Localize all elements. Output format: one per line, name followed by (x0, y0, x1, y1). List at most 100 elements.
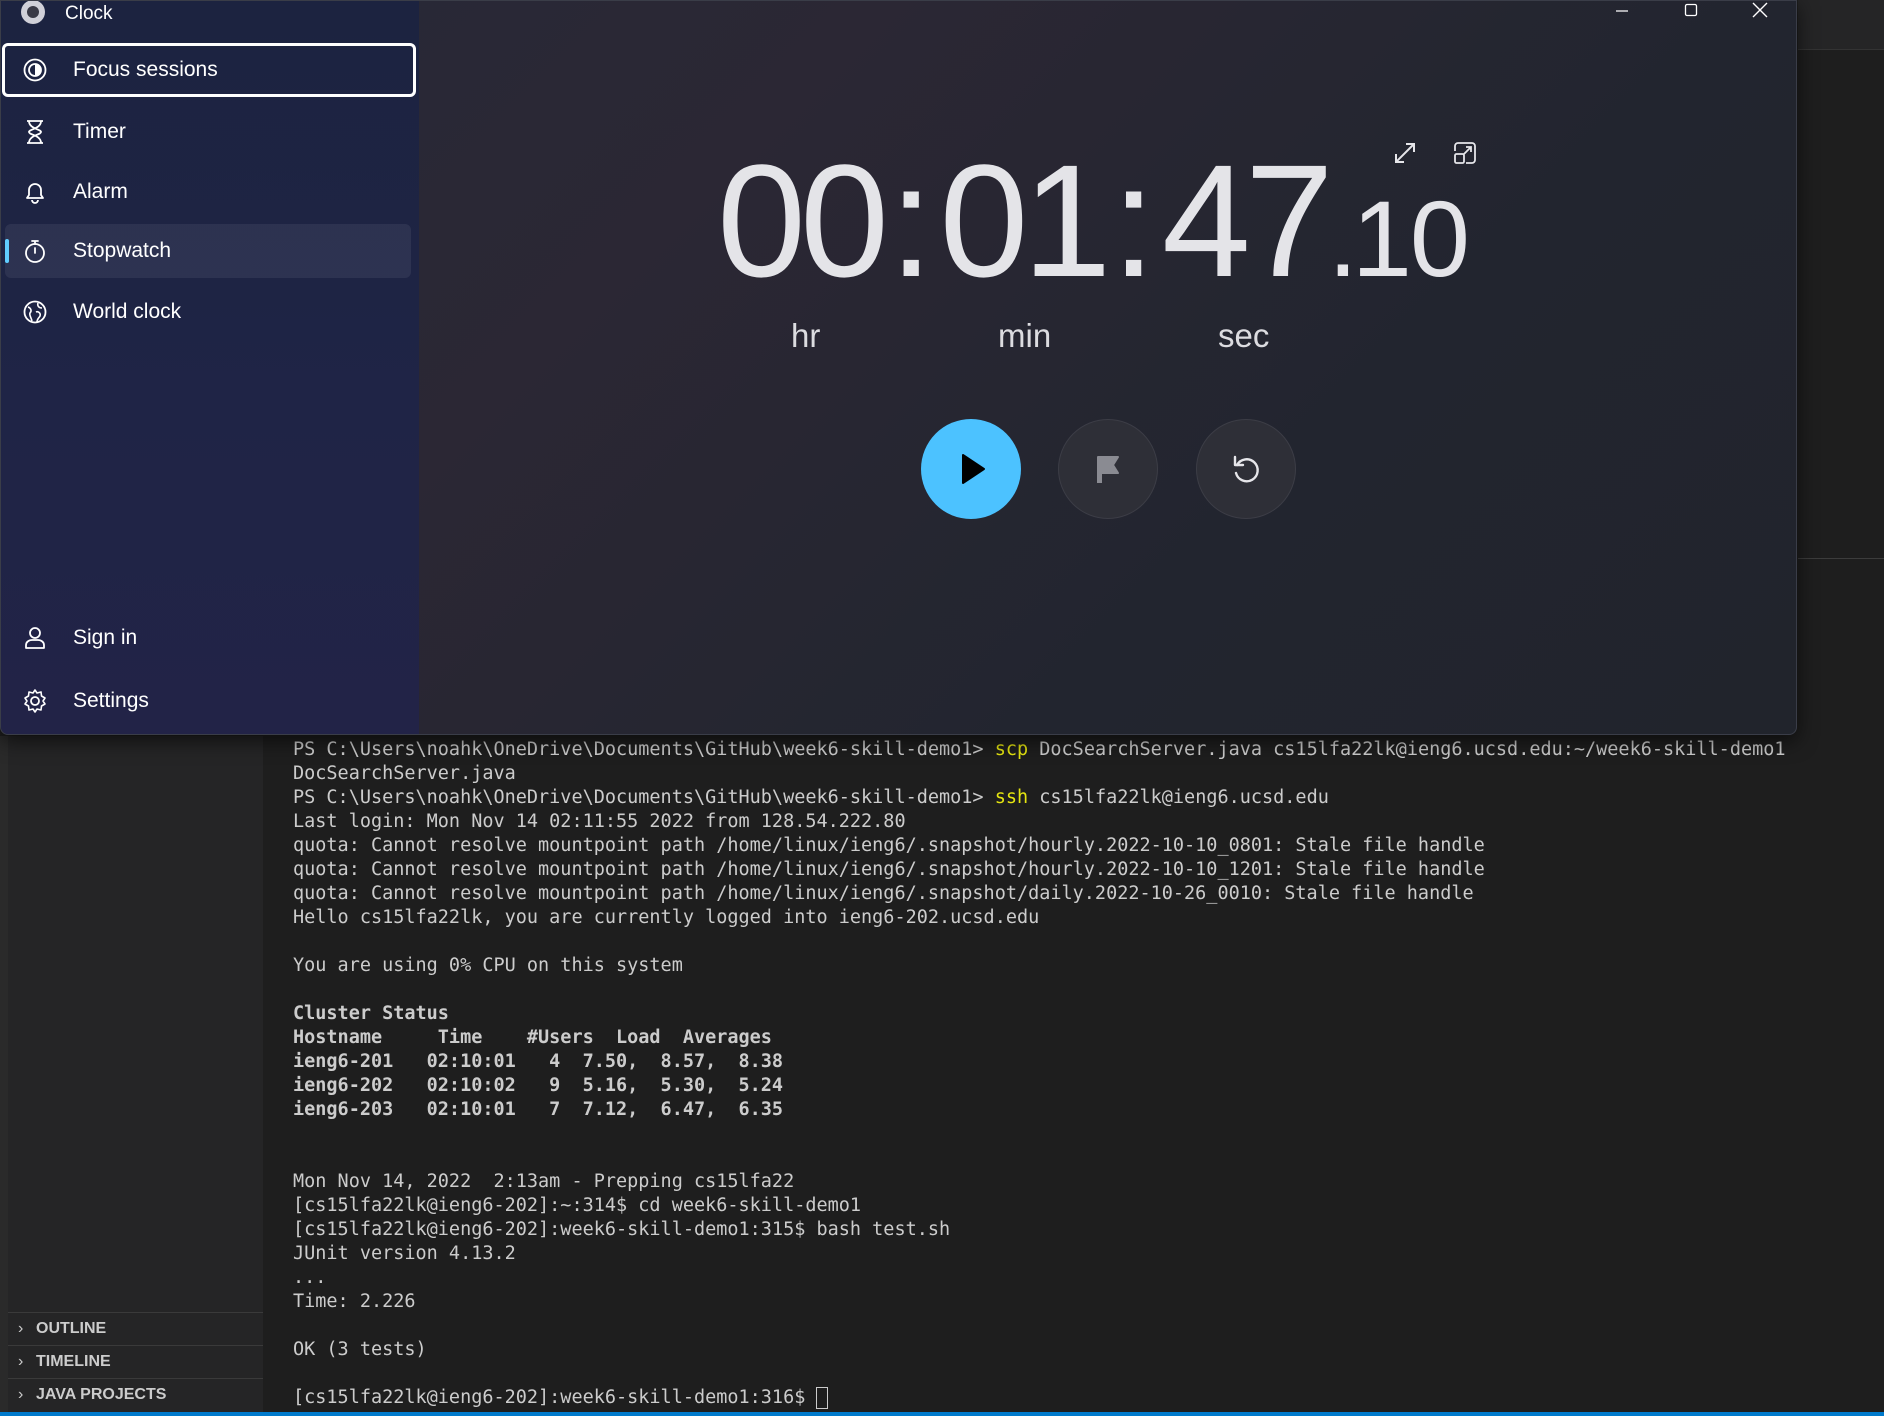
terminal-cursor (816, 1387, 829, 1409)
sign-in-button[interactable]: Sign in (5, 611, 411, 665)
terminal-line: quota: Cannot resolve mountpoint path /h… (293, 882, 1884, 906)
terminal-text: [cs15lfa22lk@ieng6-202]:week6-skill-demo… (293, 1219, 951, 1240)
stopwatch-page: 00 : 01 : 47 . 10 hr min sec (419, 1, 1796, 734)
nav-pane: Clock Focus sessions Timer Alarm Stopwat… (1, 1, 419, 734)
terminal-line: [cs15lfa22lk@ieng6-202]:week6-skill-demo… (293, 1386, 1884, 1410)
nav-item-label: World clock (73, 300, 182, 323)
nav-item-label: Alarm (73, 180, 128, 203)
terminal-text: quota: Cannot resolve mountpoint path /h… (293, 859, 1485, 880)
maximize-icon (1684, 3, 1698, 17)
nav-item-stopwatch[interactable]: Stopwatch (5, 224, 411, 278)
nav-item-focus-sessions[interactable]: Focus sessions (2, 43, 416, 97)
timeline-section-header[interactable]: › TIMELINE (8, 1345, 263, 1378)
terminal-text: DocSearchServer.java cs15lfa22lk@ieng6.u… (1028, 739, 1786, 760)
terminal-text: [cs15lfa22lk@ieng6-202]:week6-skill-demo… (293, 1387, 817, 1408)
terminal-command: ssh (994, 787, 1029, 808)
terminal-line: JUnit version 4.13.2 (293, 1242, 1884, 1266)
minimize-icon (1616, 10, 1628, 12)
terminal-text: Time: 2.226 (293, 1291, 416, 1312)
fraction-value: 10 (1351, 178, 1470, 299)
start-button[interactable] (921, 419, 1021, 519)
terminal-text: ieng6-203 02:10:01 7 7.12, 6.47, 6.35 (293, 1099, 784, 1120)
java-projects-section-header[interactable]: › JAVA PROJECTS (8, 1378, 263, 1411)
terminal-panel[interactable]: PS C:\Users\noahk\OneDrive\Documents\Git… (263, 736, 1884, 1412)
terminal-text: Last login: Mon Nov 14 02:11:55 2022 fro… (293, 811, 906, 832)
terminal-line: Hostname Time #Users Load Averages (293, 1026, 1884, 1050)
nav-item-world-clock[interactable]: World clock (5, 285, 411, 339)
stopwatch-time: 00 : 01 : 47 . 10 (717, 131, 1470, 310)
play-icon (962, 454, 985, 484)
terminal-line: Cluster Status (293, 1002, 1884, 1026)
outline-label: OUTLINE (36, 1320, 107, 1337)
bell-icon (21, 178, 49, 206)
nav-item-timer[interactable]: Timer (5, 105, 411, 159)
person-icon (21, 624, 49, 652)
seconds-value: 47 (1161, 131, 1334, 310)
terminal-command: scp (994, 739, 1029, 760)
outline-section-header[interactable]: › OUTLINE (8, 1312, 263, 1345)
nav-item-alarm[interactable]: Alarm (5, 165, 411, 219)
activity-bar (0, 736, 8, 1416)
clock-app-icon (21, 1, 45, 24)
terminal-line: ... (293, 1266, 1884, 1290)
minutes-value: 01 (939, 131, 1111, 310)
terminal-line: OK (3 tests) (293, 1338, 1884, 1362)
close-icon (1752, 2, 1768, 18)
panel-divider (1798, 558, 1884, 559)
status-bar (0, 1412, 1884, 1416)
editor-tab-strip (1798, 0, 1884, 50)
timeline-label: TIMELINE (36, 1353, 111, 1370)
terminal-line: [cs15lfa22lk@ieng6-202]:week6-skill-demo… (293, 1218, 1884, 1242)
terminal-text: JUnit version 4.13.2 (293, 1243, 516, 1264)
stopwatch-icon (21, 237, 49, 265)
lap-button[interactable] (1058, 419, 1158, 519)
reset-button[interactable] (1196, 419, 1296, 519)
settings-label: Settings (73, 689, 149, 712)
hourglass-icon (21, 118, 49, 146)
seconds-unit-label: sec (1218, 317, 1270, 354)
terminal-line: DocSearchServer.java (293, 762, 1884, 786)
flag-icon (1097, 456, 1119, 483)
reset-icon (1233, 455, 1259, 483)
focus-icon (21, 56, 49, 84)
maximize-button[interactable] (1663, 1, 1719, 21)
terminal-line: Last login: Mon Nov 14 02:11:55 2022 fro… (293, 810, 1884, 834)
nav-item-label: Focus sessions (73, 58, 218, 81)
terminal-text: [cs15lfa22lk@ieng6-202]:~:314$ cd week6-… (293, 1195, 862, 1216)
minimize-button[interactable] (1594, 1, 1650, 21)
terminal-text: quota: Cannot resolve mountpoint path /h… (293, 883, 1474, 904)
terminal-line: Hello cs15lfa22lk, you are currently log… (293, 906, 1884, 930)
settings-button[interactable]: Settings (5, 674, 411, 728)
terminal-line: Time: 2.226 (293, 1290, 1884, 1314)
clock-window: Clock Focus sessions Timer Alarm Stopwat… (0, 0, 1797, 735)
terminal-text: Mon Nov 14, 2022 2:13am - Prepping cs15l… (293, 1171, 795, 1192)
hours-value: 00 (717, 131, 889, 310)
time-separator: : (888, 131, 934, 310)
terminal-text: Hello cs15lfa22lk, you are currently log… (293, 907, 1040, 928)
terminal-line: ieng6-202 02:10:02 9 5.16, 5.30, 5.24 (293, 1074, 1884, 1098)
terminal-text: DocSearchServer.java (293, 763, 516, 784)
hours-unit-label: hr (791, 317, 821, 354)
terminal-line: ieng6-203 02:10:01 7 7.12, 6.47, 6.35 (293, 1098, 1884, 1122)
chevron-right-icon: › (18, 1353, 24, 1370)
terminal-text: Cluster Status (293, 1003, 449, 1024)
terminal-line: PS C:\Users\noahk\OneDrive\Documents\Git… (293, 738, 1884, 762)
terminal-line: PS C:\Users\noahk\OneDrive\Documents\Git… (293, 786, 1884, 810)
nav-item-label: Stopwatch (73, 239, 172, 262)
terminal-text: ... (293, 1267, 327, 1288)
sign-in-label: Sign in (73, 626, 138, 649)
close-button[interactable] (1732, 1, 1788, 21)
java-projects-label: JAVA PROJECTS (36, 1386, 167, 1403)
terminal-line: You are using 0% CPU on this system (293, 954, 1884, 978)
terminal-text: cs15lfa22lk@ieng6.ucsd.edu (1028, 787, 1329, 808)
selection-indicator (5, 239, 9, 263)
terminal-line: ieng6-201 02:10:01 4 7.50, 8.57, 8.38 (293, 1050, 1884, 1074)
terminal-line: quota: Cannot resolve mountpoint path /h… (293, 834, 1884, 858)
app-title-bar: Clock (21, 1, 113, 27)
terminal-text: You are using 0% CPU on this system (293, 955, 683, 976)
